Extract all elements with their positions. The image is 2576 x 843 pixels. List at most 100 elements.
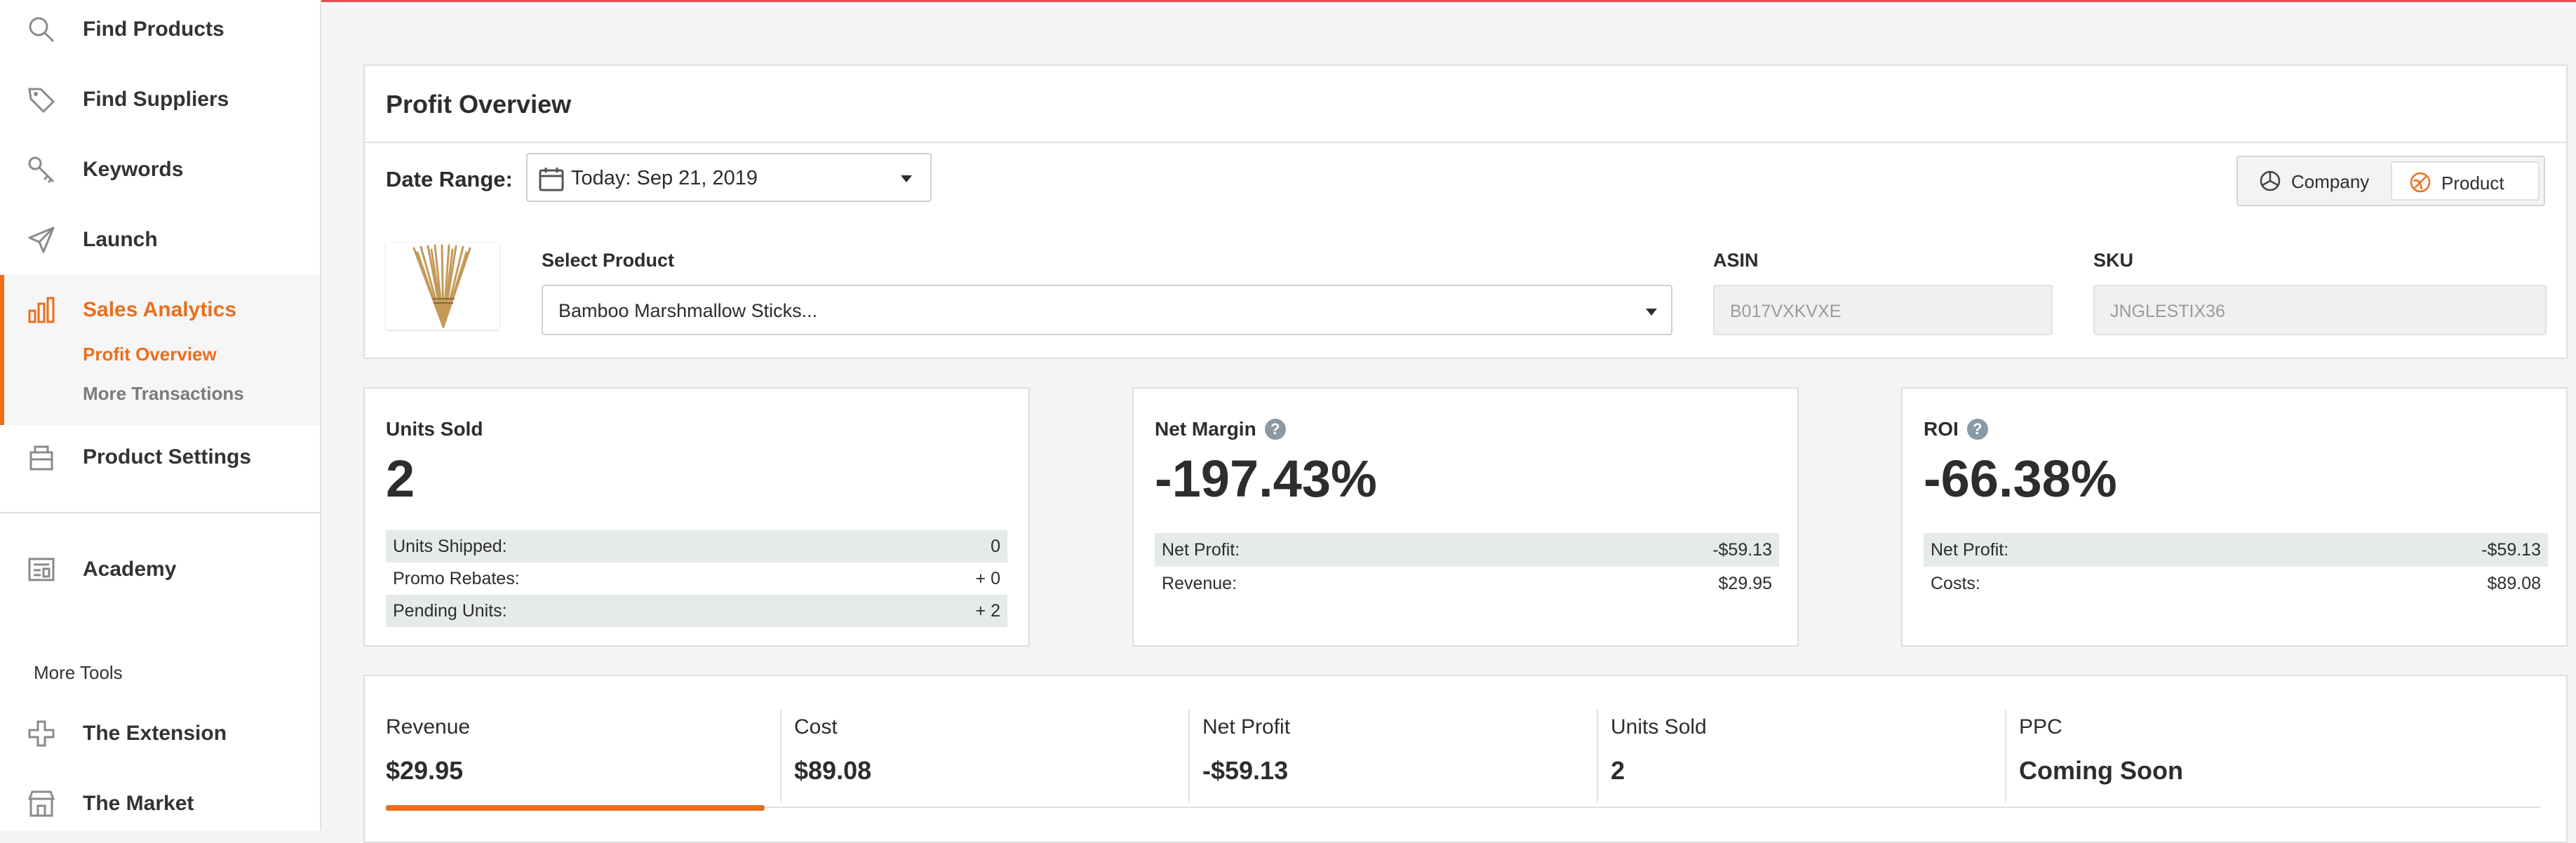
toggle-product-button[interactable]: Product xyxy=(2391,161,2540,201)
asin-label: ASIN xyxy=(1713,250,1759,271)
metric-breakdown: Net Profit: -$59.13 Revenue: $29.95 xyxy=(1155,533,1779,600)
sidebar: Find Products Find Suppliers Keywords La… xyxy=(0,0,321,830)
bar-chart-icon xyxy=(25,294,58,326)
date-range-value: Today: Sep 21, 2019 xyxy=(571,167,758,189)
stat-tab-cost[interactable]: Cost $89.08 xyxy=(773,676,1181,816)
view-toggle: Company Product xyxy=(2236,156,2545,206)
sidebar-item-keywords[interactable]: Keywords xyxy=(0,135,320,205)
stat-tab-revenue[interactable]: Revenue $29.95 xyxy=(365,676,779,816)
row-label: Pending Units: xyxy=(393,600,507,621)
profit-overview-card: Profit Overview Date Range: Today: Sep 2… xyxy=(363,65,2568,359)
box-icon xyxy=(25,441,58,473)
sidebar-item-find-suppliers[interactable]: Find Suppliers xyxy=(0,65,320,135)
net-margin-value: -197.43% xyxy=(1155,450,1377,508)
stat-value: 2 xyxy=(1611,756,1625,785)
search-icon xyxy=(25,13,58,46)
sidebar-subitem-profit-overview[interactable]: Profit Overview xyxy=(83,344,217,365)
help-icon[interactable]: ? xyxy=(1264,419,1286,440)
stat-value: $29.95 xyxy=(386,756,464,785)
sidebar-item-label: Keywords xyxy=(83,158,184,181)
puzzle-icon xyxy=(25,717,58,750)
product-icon xyxy=(2409,171,2431,194)
active-tab-indicator xyxy=(386,805,765,811)
key-icon xyxy=(25,154,58,186)
sidebar-item-label: The Extension xyxy=(83,722,227,745)
row-label: Net Profit: xyxy=(1162,539,1240,560)
row-value: -$59.13 xyxy=(1712,539,1772,560)
help-icon[interactable]: ? xyxy=(1966,419,1988,440)
chevron-down-icon xyxy=(901,175,912,182)
stat-label: Units Sold xyxy=(1611,715,1707,739)
metric-title-text: Net Margin xyxy=(1155,418,1256,440)
row-label: Units Shipped: xyxy=(393,536,507,556)
sidebar-item-label: Product Settings xyxy=(83,445,252,468)
sidebar-item-launch[interactable]: Launch xyxy=(0,205,320,275)
sidebar-item-academy[interactable]: Academy xyxy=(0,534,320,605)
row-value: -$59.13 xyxy=(2481,539,2541,560)
roi-value: -66.38% xyxy=(1924,450,2117,508)
page-title: Profit Overview xyxy=(386,90,572,119)
sidebar-item-label: Find Products xyxy=(83,18,224,41)
metric-breakdown: Net Profit: -$59.13 Costs: $89.08 xyxy=(1924,533,2548,600)
stat-tab-units-sold[interactable]: Units Sold 2 xyxy=(1590,676,1998,816)
stat-tab-net-profit[interactable]: Net Profit -$59.13 xyxy=(1181,676,1590,816)
row-value: 0 xyxy=(991,536,1000,556)
roi-card: ROI? -66.38% Net Profit: -$59.13 Costs: $8… xyxy=(1901,387,2568,647)
store-icon xyxy=(25,788,58,820)
sidebar-divider xyxy=(0,512,320,513)
date-range-label: Date Range: xyxy=(386,167,513,191)
sidebar-item-label: Launch xyxy=(83,228,158,251)
stat-label: Net Profit xyxy=(1202,715,1291,739)
metric-title: Units Sold xyxy=(386,418,483,440)
stat-label: PPC xyxy=(2019,715,2062,739)
row-value: + 0 xyxy=(975,568,1000,588)
stat-value: Coming Soon xyxy=(2019,756,2183,785)
stat-label: Revenue xyxy=(386,715,471,739)
top-accent-line xyxy=(0,0,2576,2)
sidebar-item-label: Sales Analytics xyxy=(83,298,237,321)
sku-value: JNGLESTIX36 xyxy=(2110,302,2225,321)
stat-tab-ppc[interactable]: PPC Coming Soon xyxy=(1998,676,2489,816)
metric-title-text: Units Sold xyxy=(386,418,483,440)
row-label: Net Profit: xyxy=(1931,539,2009,560)
date-range-select[interactable]: Today: Sep 21, 2019 xyxy=(526,153,932,202)
stat-label: Cost xyxy=(794,715,838,739)
metric-breakdown: Units Shipped: 0 Promo Rebates: + 0 Pendin… xyxy=(386,530,1007,627)
row-label: Costs: xyxy=(1931,573,1980,593)
calendar-icon xyxy=(537,165,565,193)
units-sold-card: Units Sold 2 Units Shipped: 0 Promo Rebat… xyxy=(363,387,1030,647)
more-tools-heading: More Tools xyxy=(34,662,123,683)
product-select[interactable]: Bamboo Marshmallow Sticks... xyxy=(542,285,1672,335)
sidebar-item-the-market[interactable]: The Market xyxy=(0,769,320,839)
sidebar-subitem-more-transactions[interactable]: More Transactions xyxy=(83,383,244,405)
breakdown-row: Revenue: $29.95 xyxy=(1155,567,1779,600)
asin-value: B017VXKVXE xyxy=(1730,302,1842,321)
toggle-label: Company xyxy=(2291,171,2370,192)
row-value: $29.95 xyxy=(1718,573,1772,593)
net-margin-card: Net Margin? -197.43% Net Profit: -$59.13 … xyxy=(1132,387,1799,647)
breakdown-row: Promo Rebates: + 0 xyxy=(386,562,1007,595)
sidebar-item-label: The Market xyxy=(83,792,194,815)
sku-label: SKU xyxy=(2093,250,2134,271)
sidebar-item-find-products[interactable]: Find Products xyxy=(0,0,320,65)
sidebar-item-product-settings[interactable]: Product Settings xyxy=(0,422,320,492)
company-icon xyxy=(2259,170,2281,192)
row-label: Revenue: xyxy=(1162,573,1237,593)
row-value: + 2 xyxy=(975,600,1000,621)
breakdown-row: Costs: $89.08 xyxy=(1924,567,2548,600)
card-header: Profit Overview xyxy=(365,66,2566,143)
row-value: $89.08 xyxy=(2487,573,2541,593)
chevron-down-icon xyxy=(1646,309,1657,316)
product-thumbnail xyxy=(386,243,499,330)
breakdown-row: Net Profit: -$59.13 xyxy=(1924,533,2548,567)
breakdown-row: Units Shipped: 0 xyxy=(386,530,1007,562)
book-icon xyxy=(25,553,58,586)
select-product-label: Select Product xyxy=(542,250,675,271)
sidebar-item-the-extension[interactable]: The Extension xyxy=(0,699,320,769)
stat-value: -$59.13 xyxy=(1202,756,1289,785)
units-sold-value: 2 xyxy=(386,450,415,508)
sidebar-item-label: Academy xyxy=(83,558,177,581)
sidebar-item-sales-analytics[interactable]: Sales Analytics xyxy=(0,275,320,345)
toggle-company-button[interactable]: Company xyxy=(2242,161,2391,201)
stat-value: $89.08 xyxy=(794,756,872,785)
